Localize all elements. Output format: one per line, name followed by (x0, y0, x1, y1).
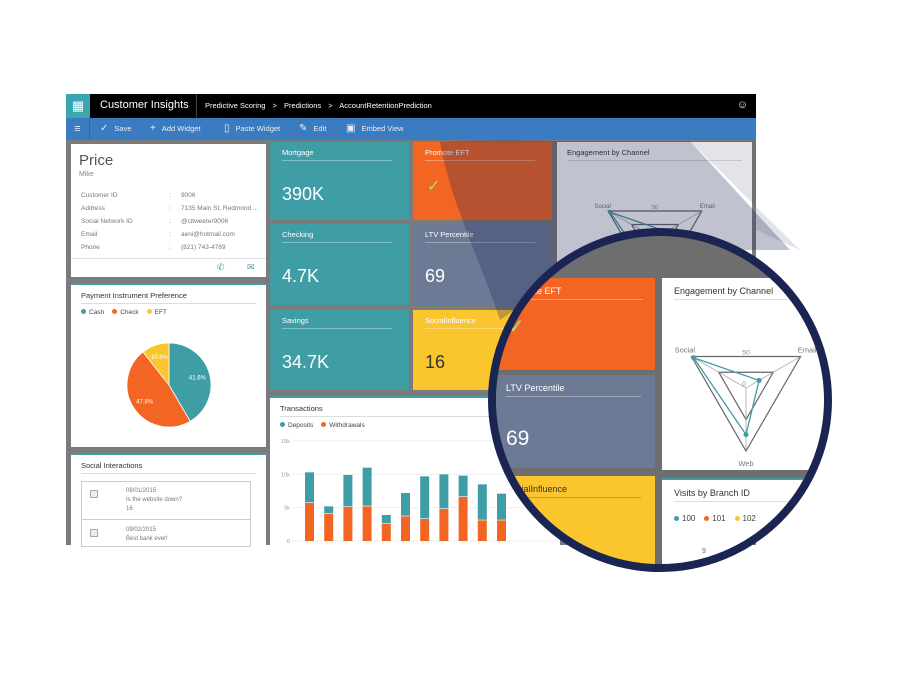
legend-100: 100 (682, 514, 696, 523)
radar-ring-label: 0 (742, 381, 746, 388)
legend-101: 101 (712, 514, 726, 523)
legend-102: 102 (742, 514, 756, 523)
radar-series-line (691, 356, 760, 437)
radar-axis-label: Web (738, 459, 753, 468)
radar-point (691, 355, 697, 361)
visits-data-label: 9 (702, 548, 706, 555)
zoom-visits-card: Visits by Branch ID 100 101 102 9 (662, 478, 824, 564)
radar-axis-label: Social (675, 346, 696, 355)
radar-point (743, 432, 749, 438)
visits-title: Visits by Branch ID (674, 488, 824, 502)
radar-axis-label: Email (798, 346, 817, 355)
radar-point (756, 377, 762, 383)
magnifier-lens: Promote EFT ✓ LTV Percentile 69 SocialIn… (488, 228, 832, 572)
radar-ring-label: 50 (742, 350, 750, 357)
visits-legend: 100 101 102 (674, 514, 756, 523)
